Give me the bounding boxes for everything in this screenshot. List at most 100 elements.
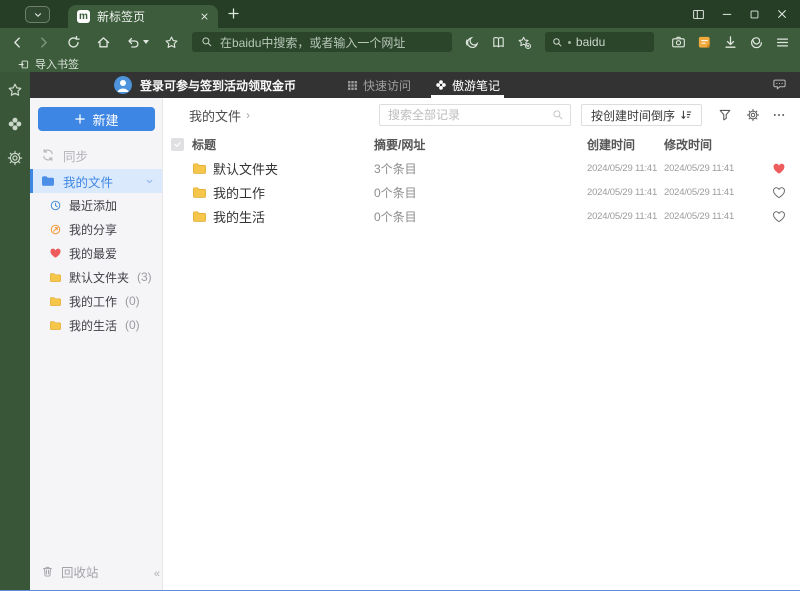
workspace: 新建 同步 我的文件 最近添加 我的分享 我的最爱 默认文件夹 (3) 我的工作…	[30, 98, 800, 590]
heart-icon	[49, 247, 62, 259]
tab-close-icon[interactable]	[200, 12, 209, 21]
row-created: 2024/05/29 11:41	[587, 186, 658, 198]
sidebar-item-favorites[interactable]: 我的最爱	[30, 241, 162, 265]
content: 登录可参与签到活动领取金币 快速访问 傲游笔记 新建 同步 我的文件 最近添加 …	[30, 72, 800, 590]
trash-icon	[41, 565, 54, 578]
notes-icon[interactable]	[697, 35, 712, 50]
import-bookmarks-button[interactable]: 导入书签	[35, 56, 79, 72]
login-banner[interactable]: 登录可参与签到活动领取金币	[140, 72, 296, 98]
row-modified: 2024/05/29 11:41	[664, 162, 735, 174]
folder-icon	[49, 272, 62, 283]
grid-icon	[347, 80, 358, 91]
folder-count: (0)	[125, 294, 140, 308]
sort-order-label: 按创建时间倒序	[590, 108, 675, 123]
sidebar-item-work-folder[interactable]: 我的工作 (0)	[30, 289, 162, 313]
undo-group[interactable]	[126, 35, 149, 50]
refresh-icon[interactable]	[66, 35, 81, 50]
minimize-icon[interactable]	[721, 8, 733, 20]
breadcrumb-label: 我的文件	[189, 108, 242, 124]
browser-tab[interactable]: m 新标签页	[68, 5, 218, 28]
chevron-down-icon[interactable]	[145, 177, 154, 186]
favorite-star-icon[interactable]	[164, 35, 179, 50]
folder-count: (3)	[137, 270, 152, 284]
more-options-icon[interactable]	[772, 108, 786, 122]
select-all-checkbox[interactable]	[171, 137, 184, 151]
address-bar[interactable]: 在baidu中搜索，或者输入一个网址	[192, 32, 452, 52]
row-title: 我的工作	[213, 185, 266, 201]
col-summary[interactable]: 摘要/网址	[374, 136, 587, 153]
collapse-sidebar-button[interactable]: «	[154, 568, 160, 580]
col-modified[interactable]: 修改时间	[664, 136, 764, 153]
search-field[interactable]	[379, 105, 570, 125]
night-mode-icon[interactable]	[465, 35, 480, 50]
folder-label: 我的工作	[69, 294, 118, 309]
recycle-bin-label: 回收站	[61, 566, 99, 580]
download-icon[interactable]	[723, 35, 738, 50]
breadcrumb-arrow: ›	[246, 108, 251, 122]
favorite-heart-outline-icon[interactable]	[772, 186, 786, 199]
favorite-heart-filled-icon[interactable]	[772, 162, 786, 175]
tab-maxthon-notes[interactable]: 傲游笔记	[431, 72, 505, 98]
body: 登录可参与签到活动领取金币 快速访问 傲游笔记 新建 同步 我的文件 最近添加 …	[0, 72, 800, 590]
notes-search-input[interactable]	[378, 104, 571, 126]
app-header: 登录可参与签到活动领取金币 快速访问 傲游笔记	[30, 72, 800, 98]
table-row[interactable]: 默认文件夹 3个条目 2024/05/29 11:41 2024/05/29 1…	[163, 156, 800, 180]
header-tabs: 快速访问 傲游笔记	[343, 72, 505, 98]
reading-list-icon[interactable]	[491, 35, 506, 50]
favorite-heart-outline-icon[interactable]	[772, 210, 786, 223]
sidebar-item-default-folder[interactable]: 默认文件夹 (3)	[30, 265, 162, 289]
table-row[interactable]: 我的工作 0个条目 2024/05/29 11:41 2024/05/29 11…	[163, 180, 800, 204]
sort-order-button[interactable]: 按创建时间倒序	[580, 104, 702, 126]
clock-icon	[49, 199, 62, 212]
new-tab-button[interactable]	[227, 7, 240, 20]
tab-quick-access-label: 快速访问	[363, 78, 412, 93]
bookmarks-bar: 导入书签	[0, 56, 800, 72]
view-settings-gear-icon[interactable]	[746, 108, 760, 122]
side-rail	[0, 72, 30, 590]
settings-gear-icon[interactable]	[7, 150, 23, 166]
collect-favorite-icon[interactable]	[517, 35, 532, 50]
quick-search-box[interactable]: baidu	[544, 32, 654, 52]
close-icon[interactable]	[776, 8, 788, 20]
table-row[interactable]: 我的生活 0个条目 2024/05/29 11:41 2024/05/29 11…	[163, 204, 800, 228]
new-note-button[interactable]: 新建	[38, 107, 155, 131]
browser-window: m 新标签页 在baidu中搜索，或者输入一个网址 baidu 导入书签 登录可…	[0, 0, 800, 591]
boss-key-icon[interactable]	[692, 8, 705, 21]
sidebar-item-my-files[interactable]: 我的文件	[30, 169, 162, 193]
folder-icon	[192, 162, 207, 175]
sidebar-item-shares[interactable]: 我的分享	[30, 217, 162, 241]
folder-icon	[41, 175, 55, 187]
search-engine-dot	[567, 40, 571, 44]
filter-icon[interactable]	[718, 108, 732, 122]
breadcrumb[interactable]: 我的文件 ›	[189, 106, 250, 125]
forward-icon[interactable]	[36, 35, 51, 50]
screenshot-icon[interactable]	[671, 35, 686, 50]
col-title[interactable]: 标题	[192, 136, 374, 153]
folder-icon	[192, 186, 207, 199]
recycle-bin-button[interactable]: 回收站	[41, 562, 99, 581]
folder-icon	[192, 210, 207, 223]
col-created[interactable]: 创建时间	[587, 136, 664, 153]
menu-icon[interactable]	[775, 35, 790, 50]
folder-icon	[49, 296, 62, 307]
share-icon	[49, 223, 62, 236]
avatar[interactable]	[114, 76, 132, 94]
row-summary: 3个条目	[374, 161, 417, 176]
feedback-bubble-icon[interactable]	[772, 77, 787, 92]
notes-clover-icon[interactable]	[7, 116, 23, 132]
extensions-icon[interactable]	[749, 35, 764, 50]
sync-button[interactable]: 同步	[30, 144, 162, 166]
tab-quick-access[interactable]: 快速访问	[343, 72, 415, 98]
notes-clover-icon	[435, 79, 447, 91]
favorites-star-icon[interactable]	[7, 82, 23, 98]
tab-maxthon-notes-label: 傲游笔记	[452, 78, 501, 93]
undo-caret-icon	[143, 40, 149, 44]
home-icon[interactable]	[96, 35, 111, 50]
maximize-icon[interactable]	[749, 9, 760, 20]
notes-main: 我的文件 › 按创建时间倒序	[163, 98, 800, 590]
sidebar-item-life-folder[interactable]: 我的生活 (0)	[30, 313, 162, 337]
back-icon[interactable]	[10, 35, 25, 50]
my-files-label: 我的文件	[63, 175, 114, 190]
sidebar-item-recent[interactable]: 最近添加	[30, 193, 162, 217]
tab-list-button[interactable]	[25, 6, 50, 23]
